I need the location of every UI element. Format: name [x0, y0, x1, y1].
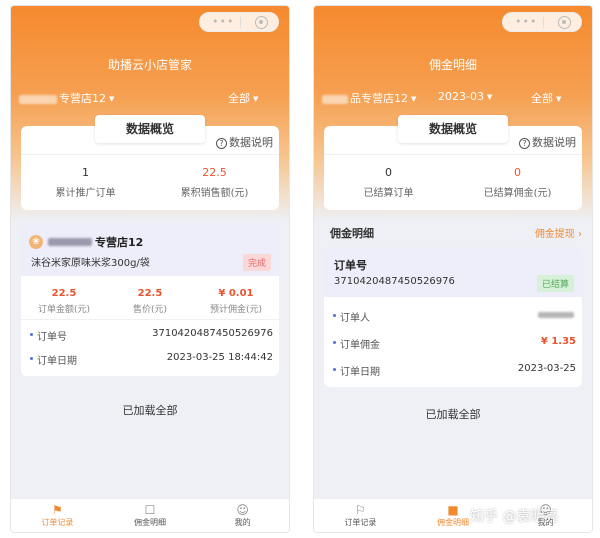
scope-filter[interactable]: 全部 ▼ — [228, 90, 258, 106]
zhihu-watermark: 知乎 @袁明亮 — [470, 509, 559, 525]
stat-settled-orders: 0 已结算订单 — [363, 166, 414, 199]
caret-down-icon: ▼ — [109, 95, 115, 103]
tab-bar: ⚑ 订单记录 ☐ 佣金明细 ☺ 我的 — [11, 498, 289, 532]
overview-title: 数据概览 — [95, 115, 205, 143]
withdraw-link[interactable]: 佣金提现 › — [535, 225, 582, 240]
orderer-name-blurred — [538, 312, 574, 318]
data-explanation-link[interactable]: ? 数据说明 — [216, 134, 273, 150]
mini-program-capsule[interactable]: ••• — [502, 12, 582, 32]
store-filter[interactable]: 专营店12 ▼ — [19, 90, 114, 106]
order-date-row: 订单日期 2023-03-25 — [333, 363, 576, 378]
status-badge: 完成 — [242, 254, 271, 271]
tab-order-records[interactable]: ⚐ 订单记录 — [314, 503, 407, 528]
shop-name: 专营店12 — [95, 236, 144, 249]
commission-card[interactable]: 订单号 3710420487450526976 已结算 订单人 订单佣金 ¥ 1… — [324, 247, 582, 387]
data-explanation-link[interactable]: ? 数据说明 — [519, 134, 576, 150]
sale-price: 22.5 售价(元) — [132, 288, 167, 315]
estimated-commission: ¥ 0.01 预计佣金(元) — [209, 288, 262, 315]
caret-down-icon: ▼ — [253, 95, 259, 103]
order-amount: 22.5 订单金额(元) — [37, 288, 90, 315]
shop-logo-icon: ❀ — [29, 235, 43, 249]
question-icon: ? — [216, 137, 227, 149]
loaded-all-text: 已加载全部 — [122, 404, 178, 417]
caret-down-icon: ▼ — [411, 95, 417, 103]
section-title: 佣金明细 — [330, 227, 374, 240]
phone-screen-commission-detail: ••• 佣金明细 品专营店12 ▼ 2023-03 ▼ 全部 ▼ 数据概览 ? 数据说明… — [313, 5, 593, 533]
data-overview-card: 数据概览 ? 数据说明 1 累计推广订单 22.5 累积销售额(元) — [21, 115, 279, 210]
mini-program-capsule[interactable]: ••• — [199, 12, 279, 32]
order-commission-row: 订单佣金 ¥ 1.35 — [333, 336, 576, 351]
question-icon: ? — [519, 137, 530, 149]
loaded-all-text: 已加载全部 — [425, 408, 481, 421]
stat-sales-amount: 22.5 累积销售额(元) — [180, 166, 249, 199]
stat-promoted-orders: 1 累计推广订单 — [55, 166, 116, 199]
close-icon[interactable] — [558, 16, 571, 29]
stat-settled-commission: 0 已结算佣金(元) — [483, 166, 552, 199]
orderer-row: 订单人 — [324, 303, 582, 327]
commission-card-header: 订单号 3710420487450526976 已结算 — [324, 247, 582, 297]
tab-order-records[interactable]: ⚑ 订单记录 — [11, 503, 104, 528]
page-title: 助播云小店管家 — [107, 58, 192, 72]
close-icon[interactable] — [255, 16, 268, 29]
store-filter[interactable]: 品专营店12 ▼ — [322, 90, 416, 106]
page-title: 佣金明细 — [428, 58, 477, 72]
order-number-title: 订单号 — [334, 259, 367, 272]
caret-down-icon: ▼ — [556, 95, 562, 103]
order-card-header: ❀ 专营店12 沫谷米家原味米浆300g/袋 完成 — [21, 224, 279, 276]
more-icon[interactable]: ••• — [515, 15, 537, 28]
data-overview-card: 数据概览 ? 数据说明 0 已结算订单 0 已结算佣金(元) — [324, 115, 582, 210]
status-badge: 已结算 — [536, 275, 574, 292]
more-icon[interactable]: ••• — [212, 15, 234, 28]
caret-down-icon: ▼ — [486, 93, 493, 101]
flag-icon: ⚑ — [51, 503, 63, 517]
order-prices: 22.5 订单金额(元) 22.5 售价(元) ¥ 0.01 预计佣金(元) — [21, 276, 279, 320]
commission-section-header: 佣金明细 佣金提现 › — [324, 221, 582, 243]
scope-filter[interactable]: 全部 ▼ — [531, 90, 561, 106]
product-name: 沫谷米家原味米浆300g/袋 — [31, 258, 150, 269]
order-number: 3710420487450526976 — [334, 276, 455, 287]
month-filter[interactable]: 2023-03 ▼ — [438, 90, 492, 103]
tab-mine[interactable]: ☺ 我的 — [196, 503, 289, 528]
user-icon: ☺ — [236, 503, 249, 517]
bag-icon: ☐ — [144, 503, 156, 517]
tab-commission-detail[interactable]: ☐ 佣金明细 — [104, 503, 197, 528]
order-date-row: 订单日期 2023-03-25 18:44:42 — [30, 352, 273, 367]
overview-title: 数据概览 — [398, 115, 508, 143]
order-number-row: 订单号 3710420487450526976 — [30, 328, 273, 343]
phone-screen-order-records: ••• 助播云小店管家 专营店12 ▼ 全部 ▼ 数据概览 ? 数据说明 1 累计推广… — [10, 5, 290, 533]
order-card[interactable]: ❀ 专营店12 沫谷米家原味米浆300g/袋 完成 22.5 订单金额(元) 2… — [21, 224, 279, 376]
flag-icon: ⚐ — [354, 503, 366, 517]
